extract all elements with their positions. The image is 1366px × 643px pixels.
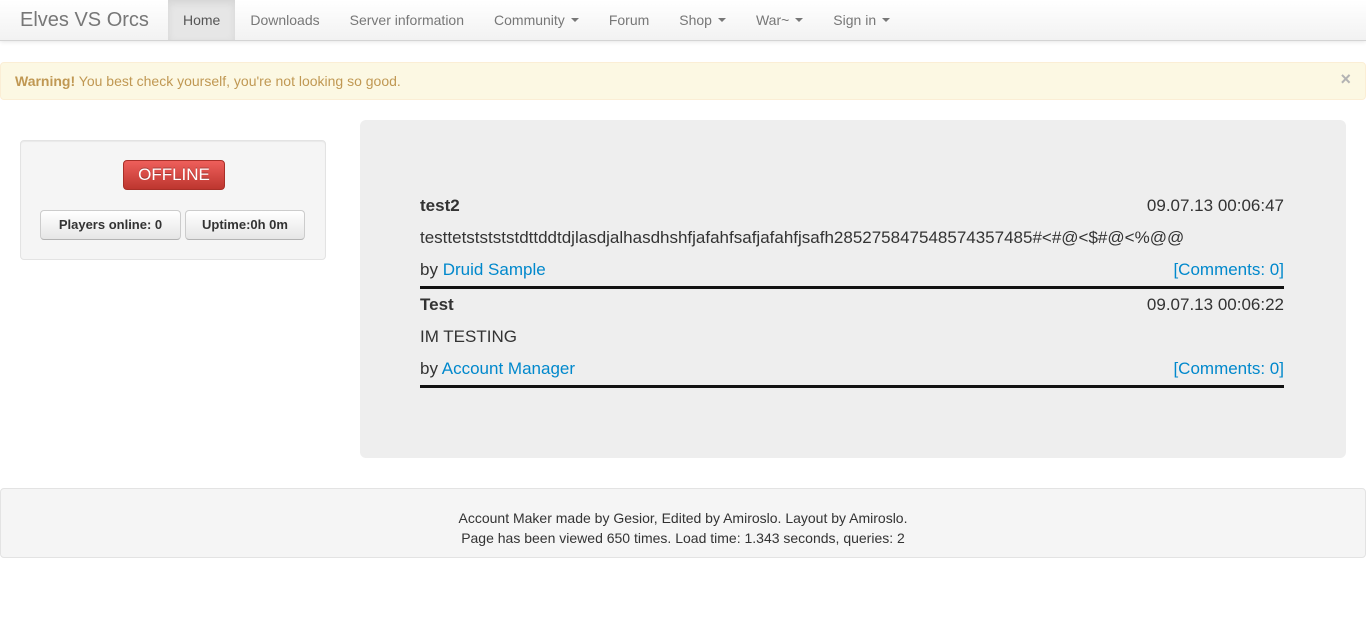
news-comments-link[interactable]: [Comments: 0] — [1173, 258, 1284, 282]
news-author-link[interactable]: Account Manager — [442, 359, 575, 378]
server-status-panel: OFFLINE Players online: 0 Uptime:0h 0m — [20, 140, 326, 260]
news-item: test2 09.07.13 00:06:47 testtetststststd… — [420, 191, 1284, 289]
news-title: test2 — [420, 196, 460, 215]
news-title: Test — [420, 295, 454, 314]
warning-alert: Warning! You best check yourself, you're… — [0, 62, 1366, 100]
nav-downloads[interactable]: Downloads — [235, 0, 334, 40]
nav-home-label: Home — [183, 12, 221, 28]
caret-down-icon — [795, 18, 804, 23]
nav-forum[interactable]: Forum — [594, 0, 664, 40]
nav-downloads-label: Downloads — [250, 12, 320, 28]
nav-sign-in-label: Sign in — [833, 12, 877, 28]
nav-forum-label: Forum — [608, 12, 650, 28]
news-body: IM TESTING — [420, 327, 517, 346]
top-navbar: Elves VS Orcs Home Downloads Server info… — [0, 0, 1366, 41]
footer-credits: Account Maker made by Gesior, Edited by … — [458, 510, 908, 526]
news-panel: test2 09.07.13 00:06:47 testtetststststd… — [360, 120, 1346, 458]
alert-message: You best check yourself, you're not look… — [78, 73, 401, 89]
nav-war-dropdown[interactable]: War~ — [741, 0, 818, 40]
news-date: 09.07.13 00:06:47 — [1146, 196, 1284, 215]
nav-shop-dropdown[interactable]: Shop — [664, 0, 741, 40]
nav-sign-in-dropdown[interactable]: Sign in — [818, 0, 905, 40]
close-icon[interactable]: × — [1340, 63, 1351, 95]
alert-strong-label: Warning! — [15, 73, 76, 89]
nav-server-information[interactable]: Server information — [335, 0, 479, 40]
site-brand[interactable]: Elves VS Orcs — [0, 0, 168, 40]
nav-server-information-label: Server information — [349, 12, 465, 28]
nav-shop-label: Shop — [679, 12, 712, 28]
page-footer: Account Maker made by Gesior, Edited by … — [0, 488, 1366, 558]
nav-community-dropdown[interactable]: Community — [479, 0, 594, 40]
caret-down-icon — [882, 18, 891, 23]
news-body: testtetststststdttddtdjlasdjalhasdhshfja… — [420, 228, 1185, 247]
caret-down-icon — [570, 18, 579, 23]
nav-war-label: War~ — [755, 12, 790, 28]
news-comments-link[interactable]: [Comments: 0] — [1173, 357, 1284, 381]
news-by-prefix: by — [420, 260, 438, 279]
footer-stats: Page has been viewed 650 times. Load tim… — [461, 530, 905, 546]
news-item: Test 09.07.13 00:06:22 IM TESTING by Acc… — [420, 290, 1284, 388]
news-author-link[interactable]: Druid Sample — [443, 260, 546, 279]
news-by-prefix: by — [420, 359, 438, 378]
nav-home[interactable]: Home — [168, 0, 236, 40]
uptime-button[interactable]: Uptime:0h 0m — [185, 210, 305, 240]
news-date: 09.07.13 00:06:22 — [1146, 295, 1284, 314]
players-online-button[interactable]: Players online: 0 — [40, 210, 181, 240]
nav-community-label: Community — [494, 12, 565, 28]
caret-down-icon — [717, 18, 726, 23]
server-status-badge[interactable]: OFFLINE — [123, 160, 225, 190]
main-nav: Home Downloads Server information Commun… — [168, 0, 905, 40]
